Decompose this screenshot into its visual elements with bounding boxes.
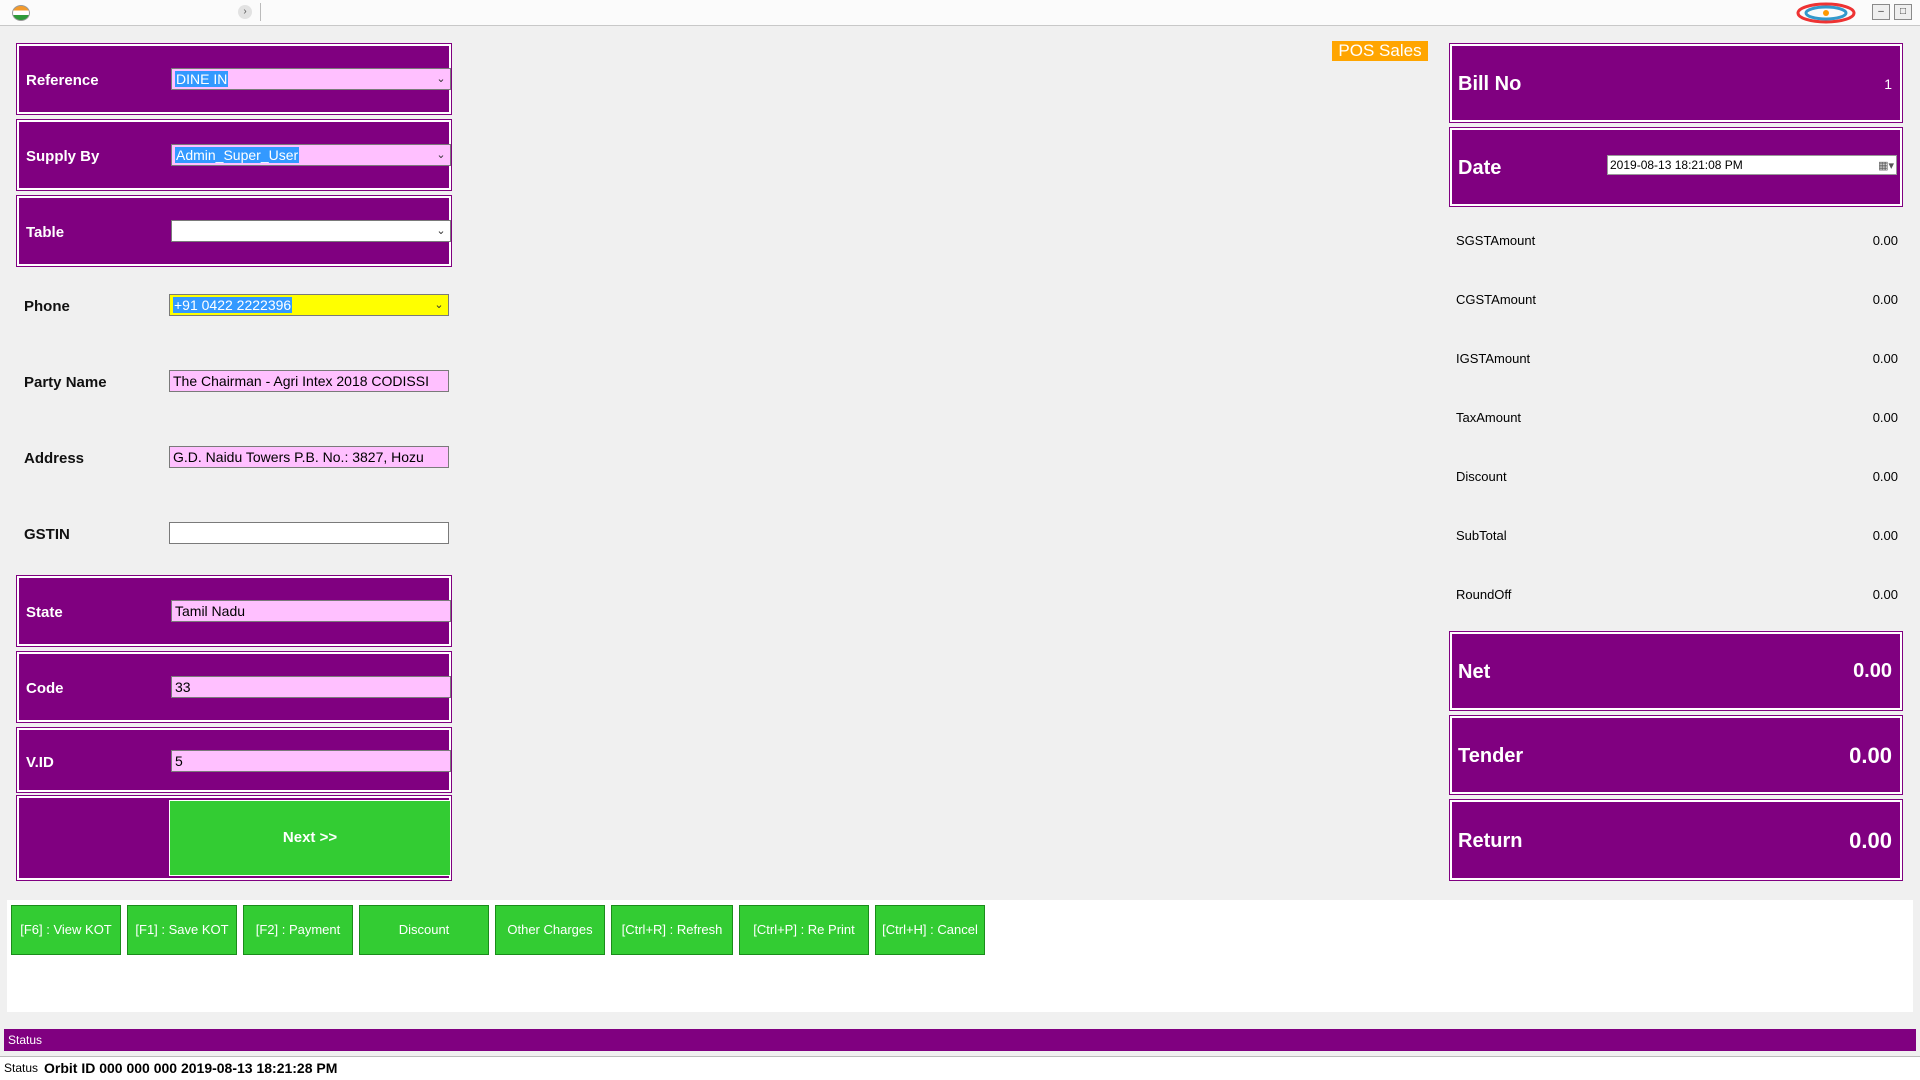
subtotal-label: SubTotal xyxy=(1456,528,1507,543)
tender-label: Tender xyxy=(1458,745,1524,767)
gstin-input[interactable] xyxy=(169,522,449,544)
reference-label: Reference xyxy=(26,72,99,89)
igst-amount-row: IGSTAmount 0.00 xyxy=(1456,351,1898,371)
code-row: Code 33 xyxy=(16,651,452,723)
party-name-row: Party Name The Chairman - Agri Intex 201… xyxy=(17,348,451,418)
maximize-button[interactable]: □ xyxy=(1894,4,1912,20)
address-label: Address xyxy=(24,450,85,467)
gstin-row: GSTIN xyxy=(17,500,451,570)
reference-select[interactable]: DINE IN ⌄ xyxy=(171,68,451,90)
supply-by-row: Supply By Admin_Super_User ⌄ xyxy=(16,119,452,191)
phone-label: Phone xyxy=(24,298,70,315)
next-row: Next >> xyxy=(16,795,452,881)
address-row: Address G.D. Naidu Towers P.B. No.: 3827… xyxy=(17,424,451,494)
bottom-status-label: Status xyxy=(4,1061,39,1075)
view-kot-button[interactable]: [F6] : View KOT xyxy=(11,905,121,955)
tab-scroll-arrow-icon[interactable]: › xyxy=(238,5,252,19)
table-row: Table ⌄ xyxy=(16,195,452,267)
supply-by-value: Admin_Super_User xyxy=(175,147,300,163)
cgst-amount-value: 0.00 xyxy=(1872,292,1898,307)
vid-row: V.ID 5 xyxy=(16,727,452,793)
code-input[interactable]: 33 xyxy=(171,676,451,698)
discount-button[interactable]: Discount xyxy=(359,905,489,955)
discount-label: Discount xyxy=(1456,469,1507,484)
sgst-amount-value: 0.00 xyxy=(1872,233,1898,248)
function-button-bar: [F6] : View KOT [F1] : Save KOT [F2] : P… xyxy=(7,900,1913,1012)
cgst-amount-label: CGSTAmount xyxy=(1456,292,1536,307)
phone-select[interactable]: +91 0422 2222396 ⌄ xyxy=(169,294,449,316)
orbit-id-text: Orbit ID 000 000 000 2019-08-13 18:21:28… xyxy=(44,1060,338,1076)
vid-input[interactable]: 5 xyxy=(171,750,451,772)
title-bar: › – □ xyxy=(0,0,1920,26)
net-value: 0.00 xyxy=(1853,660,1892,682)
minimize-button[interactable]: – xyxy=(1872,4,1890,20)
tax-amount-value: 0.00 xyxy=(1872,410,1898,425)
tender-value: 0.00 xyxy=(1849,743,1892,768)
vid-label: V.ID xyxy=(26,754,54,771)
reprint-button[interactable]: [Ctrl+P] : Re Print xyxy=(739,905,869,955)
reference-value: DINE IN xyxy=(175,71,229,87)
discount-row: Discount 0.00 xyxy=(1456,469,1898,489)
supply-by-label: Supply By xyxy=(26,148,100,165)
tax-amount-label: TaxAmount xyxy=(1456,410,1522,425)
save-kot-button[interactable]: [F1] : Save KOT xyxy=(127,905,237,955)
bill-no-value: 1 xyxy=(1884,76,1892,92)
date-value: 2019-08-13 18:21:08 PM xyxy=(1610,158,1743,172)
date-picker[interactable]: 2019-08-13 18:21:08 PM ▦▾ xyxy=(1607,155,1897,175)
bill-no-box: Bill No 1 xyxy=(1449,43,1903,123)
tender-box: Tender 0.00 xyxy=(1449,715,1903,795)
phone-value: +91 0422 2222396 xyxy=(173,297,293,313)
date-label: Date xyxy=(1458,157,1502,179)
refresh-button[interactable]: [Ctrl+R] : Refresh xyxy=(611,905,733,955)
roundoff-label: RoundOff xyxy=(1456,587,1512,602)
return-box: Return 0.00 xyxy=(1449,799,1903,881)
payment-button[interactable]: [F2] : Payment xyxy=(243,905,353,955)
roundoff-value: 0.00 xyxy=(1872,587,1898,602)
chevron-down-icon[interactable]: ⌄ xyxy=(432,295,446,315)
chevron-down-icon[interactable]: ⌄ xyxy=(434,221,448,241)
chevron-down-icon[interactable]: ⌄ xyxy=(434,69,448,89)
roundoff-row: RoundOff 0.00 xyxy=(1456,587,1898,607)
app-flag-icon xyxy=(12,5,30,21)
phone-row: Phone +91 0422 2222396 ⌄ xyxy=(17,272,451,342)
discount-value: 0.00 xyxy=(1872,469,1898,484)
gstin-label: GSTIN xyxy=(24,526,70,543)
subtotal-value: 0.00 xyxy=(1872,528,1898,543)
igst-amount-value: 0.00 xyxy=(1872,351,1898,366)
other-charges-button[interactable]: Other Charges xyxy=(495,905,605,955)
chevron-down-icon[interactable]: ⌄ xyxy=(434,145,448,165)
pos-sales-badge: POS Sales xyxy=(1332,41,1428,61)
party-name-input[interactable]: The Chairman - Agri Intex 2018 CODISSI xyxy=(169,370,449,392)
cancel-button[interactable]: [Ctrl+H] : Cancel xyxy=(875,905,985,955)
sgst-amount-row: SGSTAmount 0.00 xyxy=(1456,233,1898,253)
tax-amount-row: TaxAmount 0.00 xyxy=(1456,410,1898,430)
state-input[interactable]: Tamil Nadu xyxy=(171,600,451,622)
next-button[interactable]: Next >> xyxy=(169,800,451,876)
net-box: Net 0.00 xyxy=(1449,631,1903,711)
reference-row: Reference DINE IN ⌄ xyxy=(16,43,452,115)
state-label: State xyxy=(26,604,63,621)
subtotal-row: SubTotal 0.00 xyxy=(1456,528,1898,548)
address-input[interactable]: G.D. Naidu Towers P.B. No.: 3827, Hozu xyxy=(169,446,449,468)
table-label: Table xyxy=(26,224,65,241)
calendar-icon[interactable]: ▦▾ xyxy=(1878,157,1894,175)
return-value: 0.00 xyxy=(1849,828,1892,853)
bill-no-label: Bill No xyxy=(1458,73,1522,95)
igst-amount-label: IGSTAmount xyxy=(1456,351,1531,366)
net-label: Net xyxy=(1458,661,1491,683)
sgst-amount-label: SGSTAmount xyxy=(1456,233,1536,248)
brand-logo-icon xyxy=(1796,2,1856,24)
return-label: Return xyxy=(1458,830,1523,852)
table-select[interactable]: ⌄ xyxy=(171,220,451,242)
code-label: Code xyxy=(26,680,64,697)
supply-by-select[interactable]: Admin_Super_User ⌄ xyxy=(171,144,451,166)
tab-divider xyxy=(260,3,261,21)
date-box: Date 2019-08-13 18:21:08 PM ▦▾ xyxy=(1449,127,1903,207)
bottom-status-bar: Status Orbit ID 000 000 000 2019-08-13 1… xyxy=(0,1056,1920,1080)
state-row: State Tamil Nadu xyxy=(16,575,452,647)
status-bar: Status xyxy=(4,1029,1916,1051)
cgst-amount-row: CGSTAmount 0.00 xyxy=(1456,292,1898,312)
party-name-label: Party Name xyxy=(24,374,107,391)
